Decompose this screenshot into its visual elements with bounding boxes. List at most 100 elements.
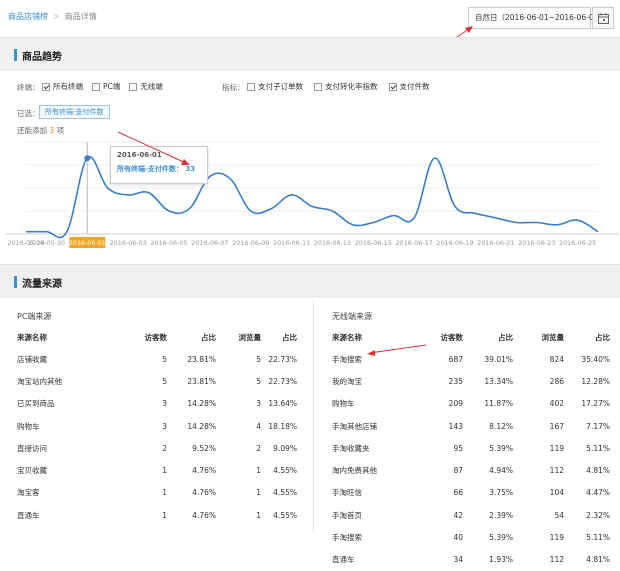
terminal-all-label: 所有终端 [53,82,83,91]
cell-pageview-share: 9.09% [273,443,297,453]
cell-visitors: 235 [448,376,463,386]
table-row[interactable]: 手淘首页 42 2.39% 54 2.32% [332,504,610,526]
selected-label: 已选： [17,109,40,118]
cell-visitors: 40 [453,533,463,543]
mobile-source-table: 来源名称 访客数 占比 浏览量 占比 手淘搜索 687 39.01% 824 35.40… [332,326,610,571]
cell-visitor-share: 8.12% [489,421,513,431]
traffic-section-header: 流量来源 [0,264,620,298]
breadcrumb-home-link[interactable]: 商品店铺榜 [8,12,48,21]
cell-pageview-share: 2.32% [586,510,610,520]
add-limit-count: 3 [49,126,55,135]
cell-pageview-share: 22.73% [268,354,297,364]
annotation-arrow-source [367,344,427,356]
terminal-options: 所有终端 PC端 无线端 [42,81,163,92]
cell-source-name: 手淘收藏夹 [332,443,370,453]
cell-source-name: 宝贝收藏 [17,466,47,476]
table-row[interactable]: 淘宝站内其他 5 23.81% 5 22.73% [17,370,297,392]
cell-pageview-share: 4.47% [586,488,610,498]
cell-pageview-share: 18.18% [268,421,297,431]
trend-line-chart[interactable]: 2016-05-292016-05-30 2016-06-01 2016-06-03… [0,136,620,252]
col-pageviews[interactable]: 浏览量 [216,326,262,348]
cell-pageview-share: 22.73% [268,376,297,386]
section-marker [14,276,17,288]
table-row[interactable]: 已买到商品 3 14.28% 3 13.64% [17,393,297,415]
pc-source-title: PC端来源 [17,312,52,321]
metric-suborders-option[interactable]: 支付子订单数 [247,81,303,92]
cell-pageview-share: 4.81% [586,555,610,565]
cell-pageviews: 3 [256,399,261,409]
terminal-all-option[interactable]: 所有终端 [42,81,83,92]
table-row[interactable]: 直通车 1 4.76% 1 4.55% [17,504,297,526]
x-tick-label: 2016-06-09 [232,239,269,247]
metric-items-label: 支付件数 [399,82,430,91]
col-visitors[interactable]: 访客数 [95,326,168,348]
traffic-title: 流量来源 [22,279,62,290]
section-marker [14,49,17,61]
table-row[interactable]: 宝贝收藏 1 4.76% 1 4.55% [17,459,297,481]
col-pageview-share[interactable]: 占比 [564,326,610,348]
terminal-pc-option[interactable]: PC端 [92,81,120,92]
cell-visitor-share: 14.28% [187,399,216,409]
trend-title: 商品趋势 [22,52,62,63]
terminal-pc-checkbox[interactable] [92,82,100,91]
table-row[interactable]: 淘宝客 1 4.76% 1 4.55% [17,482,297,504]
metric-conversion-label: 支付转化率指数 [325,82,378,91]
table-row[interactable]: 我的淘宝 235 13.34% 286 12.28% [332,370,610,392]
metric-suborders-checkbox[interactable] [247,82,255,91]
table-row[interactable]: 淘内免费其他 87 4.94% 112 4.81% [332,459,610,481]
terminal-mobile-label: 无线端 [140,82,163,91]
table-row[interactable]: 手淘搜索 40 5.39% 119 5.11% [332,526,610,548]
x-tick-label: 2016-06-17 [396,239,433,247]
cell-pageviews: 1 [256,466,261,476]
cell-visitor-share: 9.52% [192,443,216,453]
calendar-button[interactable] [592,7,614,29]
col-source-name[interactable]: 来源名称 [17,326,95,348]
breadcrumb-separator: > [53,12,60,21]
terminal-mobile-checkbox[interactable] [129,82,138,91]
cell-source-name: 购物车 [17,421,40,431]
cell-visitor-share: 5.39% [489,443,513,453]
date-range-picker[interactable]: 自然日（2016-06-01~2016-06-01） [468,7,606,29]
cell-visitor-share: 1.93% [489,555,513,565]
metric-items-option[interactable]: 支付件数 [388,81,430,92]
terminal-mobile-option[interactable]: 无线端 [129,81,163,92]
cell-visitors: 2 [162,443,167,453]
col-pageviews[interactable]: 浏览量 [513,326,565,348]
table-row[interactable]: 手淘旺信 66 3.75% 104 4.47% [332,482,610,504]
cell-visitor-share: 3.75% [489,488,513,498]
table-row[interactable]: 手淘其他店铺 143 8.12% 167 7.17% [332,415,610,437]
cell-pageviews: 167 [549,421,564,431]
table-row[interactable]: 手淘收藏夹 95 5.39% 119 5.11% [332,437,610,459]
selected-metric-tag[interactable]: 所有终端-支付件数 [39,105,110,119]
cell-pageview-share: 5.11% [586,533,610,543]
metric-label: 指标： [222,83,245,92]
table-row[interactable]: 店铺收藏 5 23.81% 5 22.73% [17,348,297,370]
x-tick-label: 2016-06-01 [69,239,106,247]
metric-conversion-option[interactable]: 支付转化率指数 [314,81,378,92]
table-row[interactable]: 购物车 3 14.28% 4 18.18% [17,415,297,437]
table-row[interactable]: 购物车 209 11.87% 402 17.27% [332,393,610,415]
x-tick-label: 2016-06-05 [150,239,187,247]
x-tick-label: 2016-06-23 [518,239,555,247]
breadcrumb-current: 商品详情 [64,12,97,21]
col-visitor-share[interactable]: 占比 [463,326,513,348]
cell-pageviews: 1 [256,488,261,498]
cell-pageviews: 1 [256,510,261,520]
metric-items-checkbox[interactable] [388,82,397,91]
cell-pageviews: 112 [549,555,564,565]
cell-visitors: 1 [162,510,167,520]
add-limit-suffix: 项 [56,126,65,135]
col-pageview-share[interactable]: 占比 [261,326,297,348]
cell-visitor-share: 23.81% [187,376,216,386]
cell-visitors: 34 [453,555,463,565]
cell-pageviews: 402 [549,399,564,409]
cell-visitor-share: 4.76% [192,488,216,498]
metric-conversion-checkbox[interactable] [314,82,322,91]
cell-pageviews: 824 [549,354,564,364]
col-visitor-share[interactable]: 占比 [167,326,216,348]
cell-visitors: 42 [453,510,463,520]
table-row[interactable]: 直通车 34 1.93% 112 4.81% [332,549,610,571]
cell-visitors: 95 [453,443,463,453]
terminal-all-checkbox[interactable] [42,82,50,91]
table-row[interactable]: 直接访问 2 9.52% 2 9.09% [17,437,297,459]
